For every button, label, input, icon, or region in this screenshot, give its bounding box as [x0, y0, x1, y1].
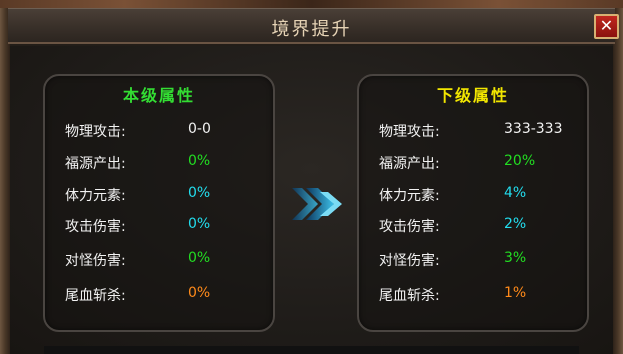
attr-label: 对怪伤害:	[65, 253, 126, 269]
attr-row-fortune-output: 福源产出: 0%	[45, 153, 277, 173]
attr-row-monster-damage: 对怪伤害: 3%	[359, 250, 591, 270]
current-level-heading: 本级属性	[122, 86, 195, 105]
current-level-panel: 本级属性 物理攻击: 0-0 福源产出: 0% 体力元素: 0% 攻击伤害: 0…	[43, 74, 275, 332]
attr-label: 福源产出:	[379, 156, 440, 172]
attr-row-physical-attack: 物理攻击: 333-333	[359, 121, 591, 141]
attr-label: 攻击伤害:	[379, 219, 440, 235]
attr-row-monster-damage: 对怪伤害: 0%	[45, 250, 277, 270]
close-icon: ✕	[599, 16, 614, 35]
attr-value: 333-333	[504, 121, 563, 137]
window-title: 境界提升	[271, 19, 352, 40]
attr-value: 0%	[188, 250, 211, 266]
next-level-panel: 下级属性 物理攻击: 333-333 福源产出: 20% 体力元素: 4% 攻击…	[357, 74, 589, 332]
attr-value: 0%	[188, 285, 211, 301]
realm-upgrade-window: 境界提升 ✕ 本级属性 物理攻击: 0-0 福源产出: 0% 体力元素: 0% …	[0, 0, 623, 354]
attr-value: 0%	[188, 185, 211, 201]
attr-row-attack-damage: 攻击伤害: 0%	[45, 216, 277, 236]
attr-value: 0-0	[188, 121, 211, 137]
attr-value: 0%	[188, 216, 211, 232]
attr-label: 体力元素:	[379, 188, 440, 204]
attr-value: 4%	[504, 185, 527, 201]
attr-row-execute: 尾血斩杀: 1%	[359, 285, 591, 305]
attr-row-attack-damage: 攻击伤害: 2%	[359, 216, 591, 236]
attr-label: 攻击伤害:	[65, 219, 126, 235]
right-border	[613, 8, 623, 354]
attr-label: 尾血斩杀:	[65, 288, 126, 304]
attr-value: 3%	[504, 250, 527, 266]
attr-row-fortune-output: 福源产出: 20%	[359, 153, 591, 173]
attr-row-stamina-element: 体力元素: 4%	[359, 185, 591, 205]
attr-label: 尾血斩杀:	[379, 288, 440, 304]
attr-label: 体力元素:	[65, 188, 126, 204]
next-level-heading: 下级属性	[436, 86, 509, 105]
attr-value: 2%	[504, 216, 527, 232]
attr-label: 福源产出:	[65, 156, 126, 172]
double-chevron-right-icon	[292, 188, 342, 220]
attr-value: 1%	[504, 285, 527, 301]
attr-label: 物理攻击:	[379, 124, 440, 140]
attr-label: 对怪伤害:	[379, 253, 440, 269]
top-decor-strip	[0, 0, 623, 8]
attr-value: 0%	[188, 153, 211, 169]
attr-row-physical-attack: 物理攻击: 0-0	[45, 121, 277, 141]
title-bar: 境界提升	[8, 8, 615, 44]
bottom-strip	[44, 346, 579, 354]
attr-row-stamina-element: 体力元素: 0%	[45, 185, 277, 205]
attr-label: 物理攻击:	[65, 124, 126, 140]
attr-value: 20%	[504, 153, 536, 169]
close-button[interactable]: ✕	[594, 14, 619, 39]
attr-row-execute: 尾血斩杀: 0%	[45, 285, 277, 305]
left-border	[0, 8, 10, 354]
